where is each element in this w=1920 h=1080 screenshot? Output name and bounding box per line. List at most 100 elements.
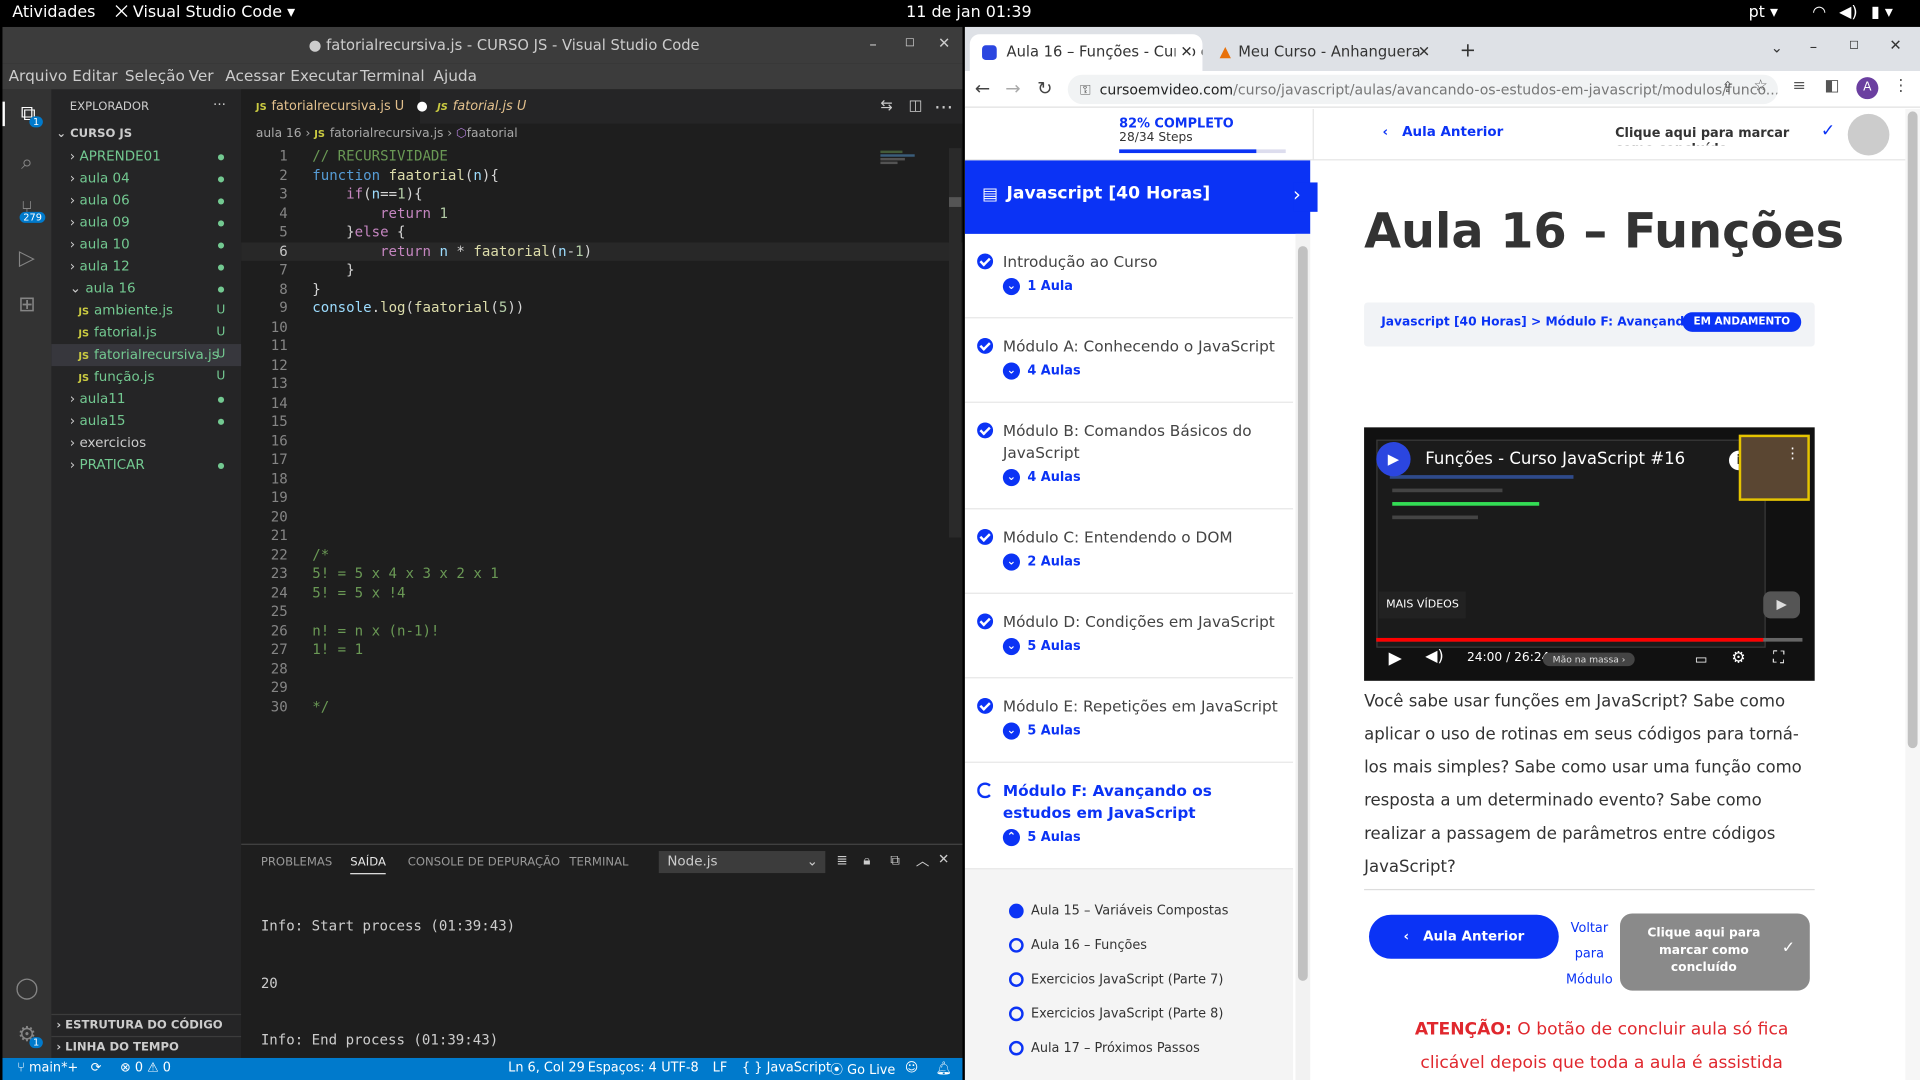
problems-count[interactable]: ⊗ 0 ⚠ 0 <box>120 1060 171 1075</box>
app-menu[interactable]: ⨉ Visual Studio Code ▾ <box>115 4 295 22</box>
code-editor[interactable]: 1// RECURSIVIDADE 2 function faatorial(n){… <box>241 147 963 723</box>
battery-icon[interactable]: ▮ ▾ <box>1871 4 1893 22</box>
sidebar-scrollbar[interactable] <box>1295 233 1311 1080</box>
chapter-chip[interactable]: Mão na massa › <box>1542 652 1636 667</box>
back-icon[interactable]: ← <box>975 77 990 99</box>
breadcrumb-file[interactable]: fatorialrecursiva.js <box>330 127 443 140</box>
minimize-icon[interactable]: – <box>1810 38 1817 55</box>
folder-item[interactable]: › aula 09 <box>51 212 241 234</box>
indentation[interactable]: Espaços: 4 <box>588 1060 657 1075</box>
new-tab-icon[interactable]: + <box>1460 38 1476 61</box>
volume-icon[interactable]: ◀) <box>1425 648 1443 666</box>
go-live[interactable]: ⦿ Go Live <box>830 1060 895 1078</box>
file-item[interactable]: JS fatorial.js U <box>51 322 241 344</box>
previous-lesson-button[interactable]: ‹ Aula Anterior <box>1368 914 1559 959</box>
reading-list-icon[interactable]: ≡ <box>1793 77 1806 95</box>
module-item[interactable]: Módulo D: Condições em JavaScript ⌄ 5 Aula… <box>964 594 1294 679</box>
editor-scrollbar[interactable] <box>948 148 962 538</box>
profile-avatar[interactable]: A <box>1856 77 1879 100</box>
folder-item[interactable]: › PRATICAR <box>51 454 241 476</box>
collapse-sidebar-icon[interactable]: › <box>1293 182 1318 212</box>
check-icon[interactable]: ✓ <box>1821 121 1835 141</box>
cursor-position[interactable]: Ln 6, Col 29 <box>508 1060 585 1075</box>
folder-item[interactable]: › APRENDE01 <box>51 146 241 168</box>
menu-ajuda[interactable]: Ajuda <box>433 66 477 84</box>
module-item[interactable]: Módulo A: Conhecendo o JavaScript ⌄ 4 Aula… <box>964 318 1294 403</box>
menu-editar[interactable]: Editar <box>72 66 117 84</box>
address-bar[interactable]: ⚿ cursoemvideo.com/curso/javascript/aulas… <box>1067 74 1778 105</box>
page-scrollbar[interactable] <box>1905 108 1920 1080</box>
maximize-icon[interactable]: ◻ <box>905 36 915 49</box>
close-icon[interactable]: ✕ <box>1889 37 1901 54</box>
subtitles-icon[interactable]: ▭ <box>1695 651 1708 667</box>
chrome-menu-icon[interactable]: ⋮ <box>1893 77 1909 95</box>
sync-icon[interactable]: ⟳ <box>91 1060 102 1075</box>
folder-item[interactable]: › aula 12 <box>51 256 241 278</box>
more-videos-button[interactable]: MAIS VÍDEOS <box>1378 591 1467 619</box>
menu-selecao[interactable]: Seleção <box>125 66 185 84</box>
extensions-icon[interactable]: ⊞ <box>15 293 39 317</box>
menu-arquivo[interactable]: Arquivo <box>9 66 68 84</box>
menu-executar[interactable]: Executar <box>290 66 357 84</box>
play-button-icon[interactable]: ▶ <box>1389 649 1402 669</box>
tab-terminal[interactable]: TERMINAL <box>569 856 628 869</box>
back-to-module-link[interactable]: Voltar para Módulo <box>1562 916 1616 993</box>
lesson-item[interactable]: Aula 15 – Variáveis Compostas <box>1008 903 1228 919</box>
wifi-icon[interactable]: ◠ <box>1812 4 1826 22</box>
output-channel-select[interactable]: Node.js ⌄ <box>658 851 826 874</box>
encoding[interactable]: UTF-8 <box>661 1060 698 1075</box>
module-item[interactable]: Introdução ao Curso ⌄ 1 Aula <box>964 234 1294 319</box>
folder-item[interactable]: › aula 10 <box>51 234 241 256</box>
timeline-section[interactable]: › LINHA DO TEMPO <box>51 1035 242 1058</box>
outline-section[interactable]: › ESTRUTURA DO CÓDIGO <box>51 1013 242 1036</box>
browser-tab-active[interactable]: Aula 16 – Funções - Curso e ✕ <box>969 34 1203 72</box>
folder-item[interactable]: ⌄ aula 16 <box>51 278 241 300</box>
video-timeline[interactable] <box>1376 637 1803 642</box>
line-ending[interactable]: LF <box>713 1060 728 1075</box>
clock[interactable]: 11 de jan 01:39 <box>906 4 1031 22</box>
channel-logo-icon[interactable]: ▶ <box>1376 442 1411 477</box>
settings-icon[interactable]: ⚙ <box>1731 649 1745 667</box>
lesson-item[interactable]: Exercicios JavaScript (Parte 8) <box>1008 1006 1223 1022</box>
fullscreen-icon[interactable]: ⛶ <box>1773 649 1784 667</box>
module-item[interactable]: Módulo F: Avançando os estudos em JavaSc… <box>964 763 1294 870</box>
lesson-item[interactable]: Aula 17 – Próximos Passos <box>1008 1040 1200 1056</box>
youtube-play-icon[interactable]: ▶ <box>1763 591 1801 619</box>
file-item[interactable]: JS fatorialrecursiva.js U <box>51 344 242 367</box>
notifications-icon[interactable]: 🔔︎ <box>936 1060 952 1077</box>
git-branch[interactable]: ⑂ main*+ <box>17 1060 78 1075</box>
tab-debug-console[interactable]: CONSOLE DE DEPURAÇÃO <box>408 856 560 869</box>
forward-icon[interactable]: → <box>1005 77 1020 99</box>
tab-search-icon[interactable]: ⌄ <box>1771 39 1783 56</box>
copy-icon[interactable]: ⧉ <box>890 852 900 869</box>
lesson-item[interactable]: Aula 16 – Funções <box>1008 937 1147 953</box>
maximize-icon[interactable]: ◻ <box>1849 38 1859 51</box>
explorer-icon[interactable]: ⧉ <box>2 101 51 127</box>
mark-complete-button[interactable]: Clique aqui para marcar como concluído ✓ <box>1620 913 1810 991</box>
tab-problems[interactable]: PROBLEMAS <box>261 856 332 869</box>
breadcrumb-link[interactable]: Javascript [40 Horas] > Módulo F: Avança… <box>1381 316 1719 329</box>
language-mode[interactable]: { } JavaScript <box>742 1060 831 1075</box>
account-icon[interactable]: ◯ <box>15 976 39 1000</box>
clear-output-icon[interactable]: ≣ <box>836 852 847 868</box>
folder-item[interactable]: › aula 06 <box>51 190 241 212</box>
module-item[interactable]: Módulo B: Comandos Básicos do JavaScript… <box>964 403 1294 510</box>
folder-item[interactable]: › aula11 <box>51 388 241 410</box>
breadcrumb-folder[interactable]: aula 16 <box>256 127 302 140</box>
tab-output[interactable]: SAÍDA <box>350 856 386 875</box>
module-item[interactable]: Módulo C: Entendendo o DOM ⌄ 2 Aulas <box>964 509 1294 594</box>
activities-button[interactable]: Atividades <box>12 4 95 22</box>
file-item[interactable]: JS função.js U <box>51 366 241 388</box>
close-icon[interactable]: ✕ <box>938 34 950 51</box>
bookmark-star-icon[interactable]: ☆ <box>1753 77 1767 95</box>
user-avatar[interactable] <box>1847 113 1890 156</box>
minimap[interactable] <box>880 148 944 197</box>
volume-icon[interactable]: ◀) <box>1839 4 1857 22</box>
more-actions-icon[interactable]: ··· <box>213 97 226 113</box>
share-icon[interactable]: ⇪ <box>1722 78 1734 95</box>
lesson-item[interactable]: Exercicios JavaScript (Parte 7) <box>1008 972 1223 987</box>
tab-fatorial[interactable]: JS fatorial.js U <box>422 89 544 123</box>
menu-ver[interactable]: Ver <box>189 66 214 84</box>
minimize-icon[interactable]: – <box>869 36 876 53</box>
reload-icon[interactable]: ↻ <box>1037 77 1052 99</box>
